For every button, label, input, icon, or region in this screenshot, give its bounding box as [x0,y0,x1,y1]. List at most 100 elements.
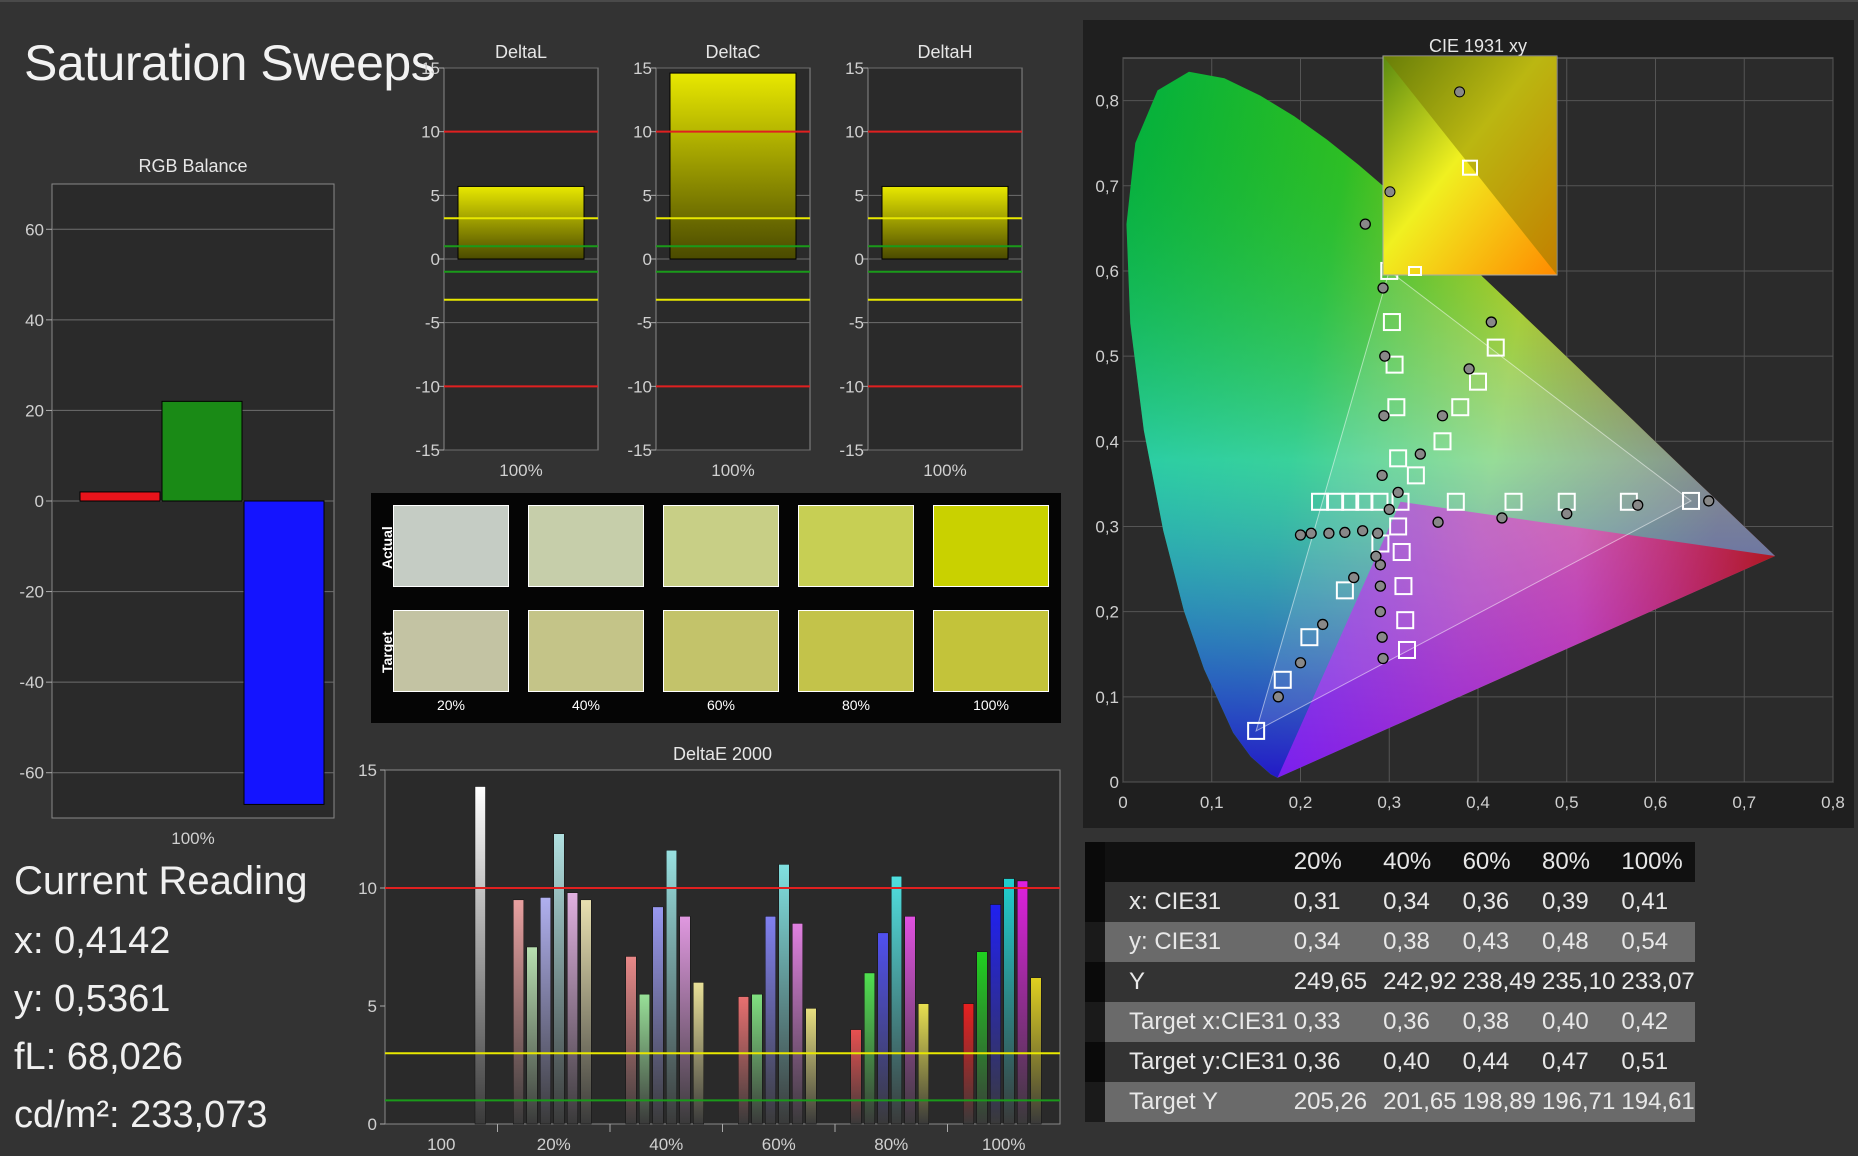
delta-e-bar [553,833,565,1125]
cie-x-tick-label: 0,2 [1289,793,1313,812]
rgb-balance-title: RGB Balance [138,156,247,176]
table-header-cell: 40% [1383,848,1432,875]
swatch-target-2 [663,610,779,692]
cie-measured-point [1359,218,1371,230]
swatch-actual-3 [798,505,914,587]
table-cell: 0,40 [1541,1008,1589,1035]
table-cell: 196,71 [1541,1088,1616,1115]
delta-h-y-tick-label: -5 [849,314,864,333]
delta-h-x-tick-label: 100% [923,461,966,480]
delta-e-2000-chart: DeltaE 2000 15 10 5 0 100 20% 40% 60% 80% 100% [358,744,1061,1154]
delta-e-y-tick-label: 10 [358,879,377,898]
rgb-bar-r [79,491,161,502]
cie-measured-point [1378,410,1390,422]
table-cell: 0,54 [1621,928,1669,955]
delta-e-bar [792,923,803,1125]
cie-measured-point [1377,652,1389,665]
table-cell: 249,65 [1293,968,1368,995]
cie-measured-point [1561,508,1573,520]
table-cell: 0,51 [1621,1048,1669,1075]
delta-c-y-tick-label: 0 [643,250,652,269]
swatch-label: 40% [571,697,601,713]
cie-measured-point [1632,499,1644,511]
delta-e-bar [778,864,790,1125]
cie-x-tick-label: 0,4 [1466,793,1490,812]
cie-y-tick-label: 0,8 [1095,92,1119,111]
cie-measured-point [1372,527,1384,539]
cie-measured-point [1485,316,1497,328]
table-cell: 0,34 [1293,928,1341,955]
table-cell: 0,43 [1462,928,1510,955]
delta-e-bar [850,1029,862,1125]
swatch-target-3 [798,610,914,692]
cie-measured-point [1374,605,1387,618]
rgb-y-tick-label: -40 [19,673,44,692]
cie-inset-point [1384,186,1396,198]
swatch-actual-1 [528,505,644,587]
table-row-label: x: CIE31 [1085,882,1288,922]
delta-e-bar [751,993,763,1125]
delta-c-y-tick-label: 10 [633,123,652,142]
table-row: Target x:CIE31 0,33 0,36 0,38 0,40 0,42 [1085,1002,1695,1042]
table-row: Target y:CIE31 0,36 0,40 0,44 0,47 0,51 [1085,1042,1695,1082]
delta-c-y-tick-label: -5 [637,314,652,333]
cie-measured-point [1379,350,1391,362]
delta-e-bar [1003,878,1015,1125]
delta-e-bar [580,899,592,1125]
delta-e-bar [976,951,988,1125]
table-row: Y 249,65 242,92 238,49 235,10 233,07 [1085,962,1695,1002]
cie-measured-point [1294,529,1307,541]
cie-measured-point [1317,618,1329,631]
table-cell: 0,36 [1293,1048,1341,1075]
table-cell: 0,31 [1293,888,1341,915]
data-table: 20% 40% 60% 80% 100% x: CIE31 0,31 0,34 0,3… [1085,842,1705,1122]
swatch-label: 80% [841,697,871,713]
delta-e-bar [639,993,650,1125]
delta-h-y-tick-label: 5 [855,186,864,205]
delta-e-bar [625,956,637,1125]
swatch-target-0 [393,610,509,692]
rgb-y-tick-label: -60 [19,764,44,783]
table-cell: 198,89 [1462,1088,1536,1115]
delta-e-x-tick-label: 20% [537,1135,571,1154]
delta-e-bar [1030,977,1042,1125]
table-cell: 0,47 [1541,1048,1589,1075]
delta-c-y-tick-label: -15 [627,441,652,460]
delta-c-bar [669,72,797,260]
cie-measured-point [1370,550,1382,562]
cie-x-tick-label: 0,7 [1732,793,1756,812]
delta-e-bar [904,916,916,1125]
delta-e-bar [963,1003,974,1125]
delta-e-x-tick-label: 100 [427,1135,455,1154]
delta-e-bar [679,916,691,1125]
delta-l-y-tick-label: -5 [425,314,440,333]
cie-measured-point [1703,495,1715,507]
current-reading: Current Reading x: 0,4142 y: 0,5361 fL: … [14,852,308,1144]
rgb-x-tick-label: 100% [171,829,214,848]
top-strip [0,0,1858,2]
cie-x-tick-label: 0,5 [1555,793,1579,812]
delta-h-y-tick-label: -15 [839,441,864,460]
delta-e-x-tick-label: 60% [762,1135,796,1154]
table-cell: 0,40 [1383,1048,1430,1075]
delta-l-bar [457,185,585,260]
delta-e-title: DeltaE 2000 [673,744,772,764]
cie-measured-point [1323,527,1335,539]
current-x: x: 0,4142 [14,920,171,962]
table-cell: 0,36 [1462,888,1510,915]
table-row-label: Y [1085,962,1288,1002]
cie-measured-point [1305,527,1317,539]
cie-y-tick-label: 0,4 [1095,432,1119,451]
table-cell: 238,49 [1462,968,1536,995]
cie-1931-chart: CIE 1931 xy 0 0,1 0,2 0,3 0,4 0,5 0,6 0,7 0,8 0 0,1… [1095,36,1844,812]
delta-l-y-tick-label: -15 [415,441,440,460]
cie-measured-point [1272,691,1284,703]
delta-e-bar [666,849,677,1125]
table-header-cell: 100% [1621,848,1683,875]
table-row-label: Target y:CIE31 [1085,1042,1288,1082]
swatch-target-4 [933,610,1049,692]
cie-y-tick-label: 0,3 [1095,517,1119,536]
swatch-label: 100% [973,697,1009,713]
cie-measured-point [1414,448,1426,460]
delta-e-bar [918,1003,929,1125]
